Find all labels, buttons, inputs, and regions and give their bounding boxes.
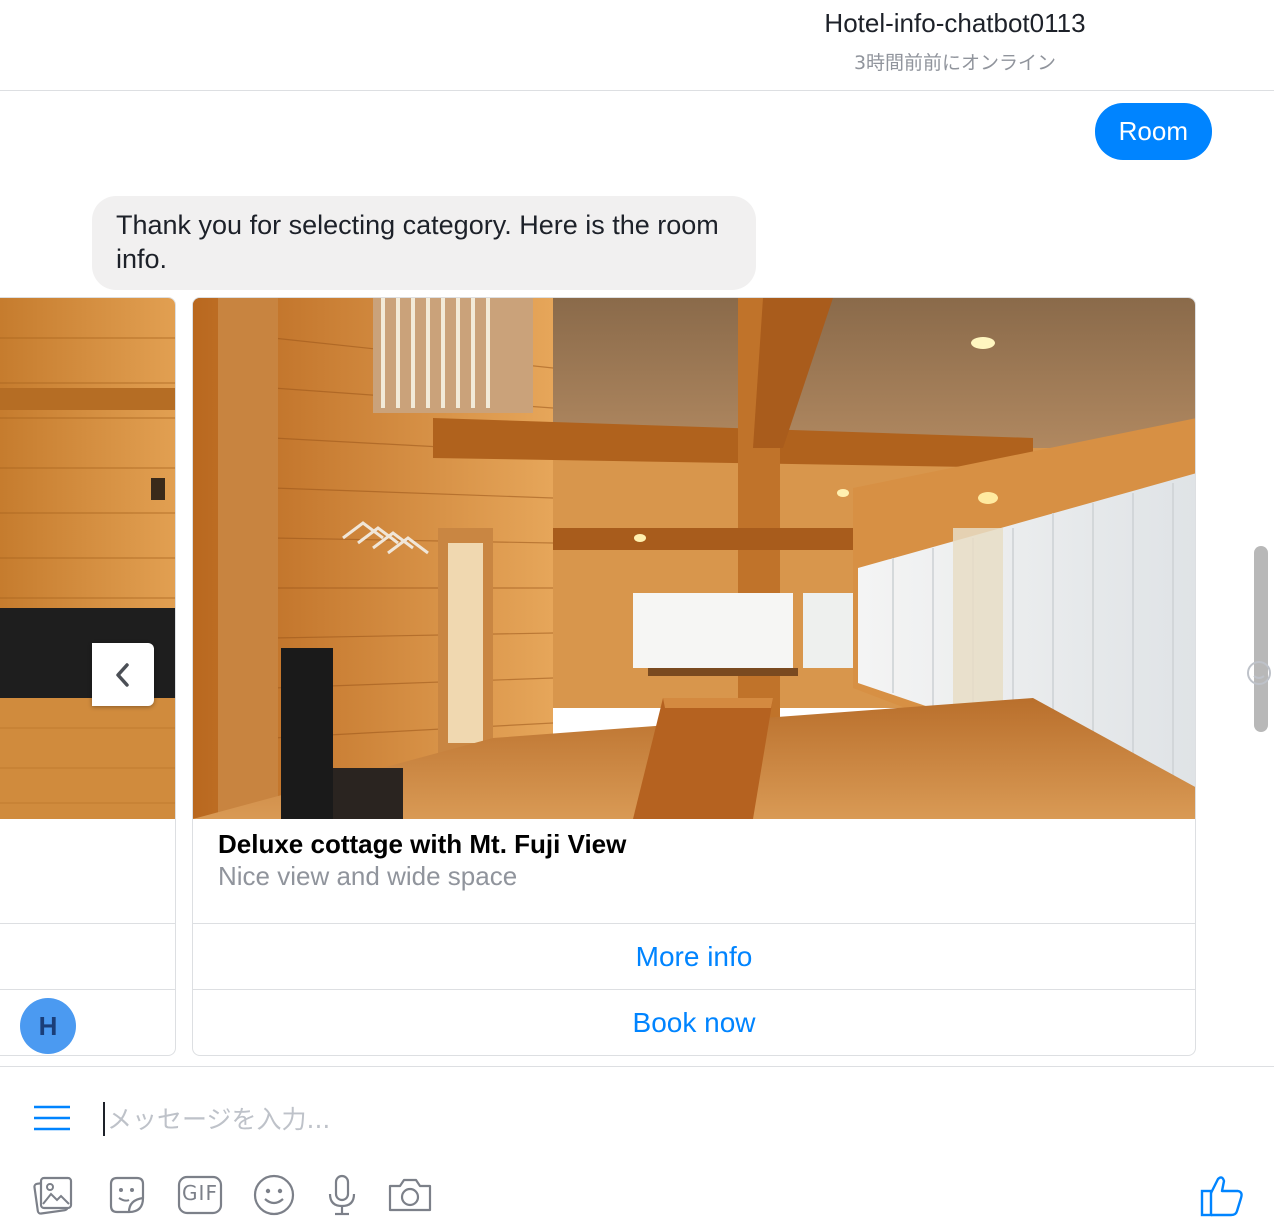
thumbs-up-icon (1200, 1176, 1243, 1217)
bot-avatar: H (20, 998, 76, 1054)
text-caret (103, 1102, 105, 1136)
message-composer: GIF (0, 1066, 1274, 1232)
carousel-prev-button[interactable] (92, 643, 154, 706)
gif-label: GIF (182, 1181, 218, 1205)
card-image-previous (0, 298, 175, 819)
emoji-icon (253, 1174, 295, 1216)
user-message-bubble: Room (1094, 103, 1212, 160)
scrollbar-thumb[interactable] (1254, 546, 1268, 732)
chat-title: Hotel-info-chatbot0113 (824, 8, 1086, 38)
emoji-button[interactable] (250, 1171, 298, 1219)
message-input[interactable] (107, 1099, 1187, 1139)
image-button[interactable] (28, 1171, 76, 1219)
sticker-button[interactable] (102, 1171, 150, 1219)
room-photo (193, 298, 1195, 819)
menu-icon[interactable] (32, 1103, 72, 1133)
more-info-button[interactable]: More info (193, 923, 1195, 989)
sticker-icon (109, 1176, 145, 1214)
card-previous-button-1[interactable] (0, 923, 175, 989)
camera-icon (388, 1178, 432, 1212)
message-list: Room Thank you for selecting category. H… (0, 92, 1274, 1066)
messenger-window: Hotel-info-chatbot0113 3時間前前にオンライン Room … (0, 0, 1274, 1232)
book-now-button[interactable]: Book now (193, 989, 1195, 1055)
card-title: Deluxe cottage with Mt. Fuji View (218, 829, 627, 859)
composer-toolbar: GIF (0, 1171, 1274, 1227)
gif-button[interactable]: GIF (176, 1171, 224, 1219)
microphone-button[interactable] (318, 1171, 366, 1219)
conversation-header: Hotel-info-chatbot0113 3時間前前にオンライン (0, 0, 1274, 91)
image-icon (33, 1176, 73, 1215)
card-subtitle: Nice view and wide space (218, 861, 518, 891)
chevron-left-icon (116, 662, 129, 687)
online-status: 3時間前前にオンライン (853, 52, 1057, 74)
emoji-reaction-icon[interactable] (1244, 658, 1274, 688)
carousel-card-main: Deluxe cottage with Mt. Fuji View Nice v… (192, 297, 1196, 1056)
message-input-wrapper (103, 1099, 1203, 1139)
camera-button[interactable] (386, 1171, 434, 1219)
microphone-icon (328, 1174, 356, 1216)
like-button[interactable] (1198, 1171, 1246, 1219)
bot-message-bubble: Thank you for selecting category. Here i… (92, 196, 756, 290)
